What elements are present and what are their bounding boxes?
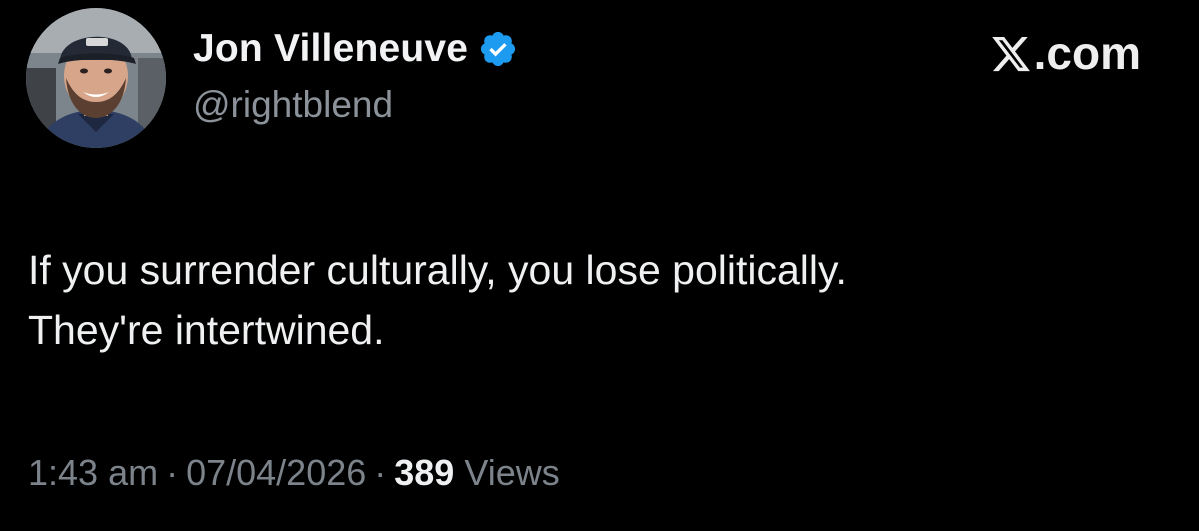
tweet-line: If you surrender culturally, you lose po… (28, 247, 847, 293)
tweet-time[interactable]: 1:43 am (28, 452, 158, 493)
tweet-line: They're intertwined. (28, 307, 385, 353)
name-row: Jon Villeneuve (193, 24, 518, 74)
author-block: Jon Villeneuve @rightblend (193, 24, 518, 126)
brand-watermark: .com (990, 26, 1141, 80)
brand-suffix: .com (1033, 27, 1141, 79)
views-count[interactable]: 389 (394, 452, 454, 493)
meta-separator: · (374, 452, 387, 493)
display-name[interactable]: Jon Villeneuve (193, 27, 468, 71)
tweet-date[interactable]: 07/04/2026 (186, 452, 366, 493)
meta-separator: · (166, 452, 179, 493)
avatar[interactable] (26, 8, 166, 148)
tweet-card: Jon Villeneuve @rightblend .com If you s… (0, 0, 1199, 531)
tweet-text: If you surrender culturally, you lose po… (28, 240, 1168, 360)
views-label: Views (464, 452, 560, 493)
x-logo-icon (990, 32, 1032, 74)
tweet-meta: 1:43 am · 07/04/2026 · 389 Views (28, 452, 560, 494)
verified-badge-icon[interactable] (478, 29, 518, 69)
avatar-image (26, 8, 166, 148)
handle[interactable]: @rightblend (193, 84, 518, 126)
